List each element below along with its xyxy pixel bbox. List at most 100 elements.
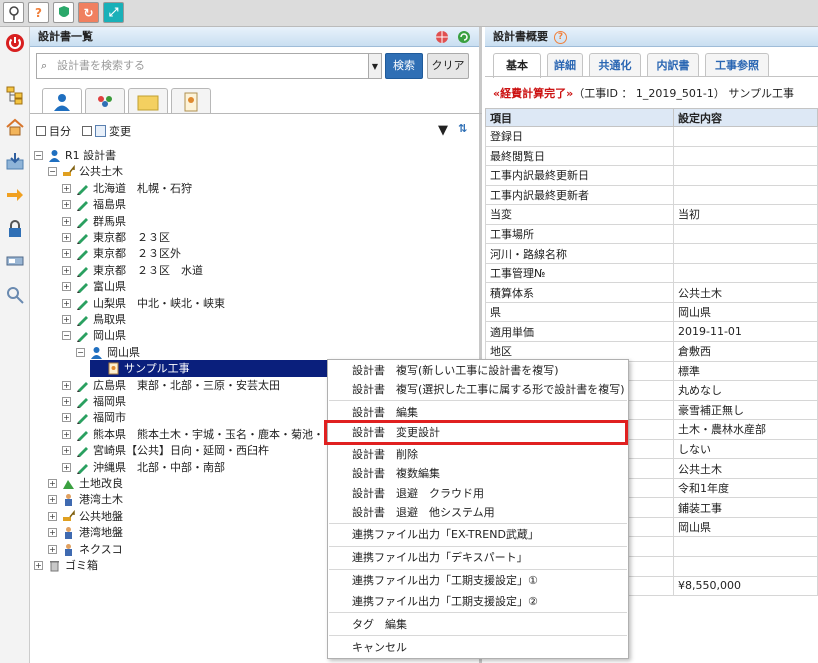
table-row[interactable]: 河川・路線名称 (485, 243, 818, 264)
collapse-icon[interactable]: − (34, 151, 43, 160)
tab-4[interactable]: 工事参照 (705, 53, 769, 77)
tree-node[interactable]: + 港湾土木 (48, 491, 123, 508)
expand-icon[interactable]: + (62, 298, 71, 308)
expand-icon[interactable]: + (48, 544, 57, 554)
context-menu-item[interactable]: 連携ファイル出力「工期支援設定」① (352, 572, 538, 590)
search-dropdown-button[interactable]: ▼ (368, 53, 382, 79)
context-menu-item[interactable]: 設計書 削除 (352, 446, 418, 464)
table-row[interactable]: 最終閲覧日 (485, 145, 818, 167)
table-row[interactable]: 工事内訳最終更新日 (485, 165, 818, 186)
search-zoom-icon[interactable] (3, 283, 27, 307)
tree-node[interactable]: + 北海道 札幌・石狩 (62, 180, 192, 197)
tab-2[interactable]: 共通化 (589, 53, 641, 77)
expand-icon[interactable]: + (62, 446, 71, 456)
tree-node[interactable]: + 山梨県 中北・峡北・峡東 (62, 295, 225, 312)
context-menu-item[interactable]: 連携ファイル出力「EX-TREND武蔵」 (352, 526, 539, 544)
table-row[interactable]: 積算体系 公共土木 (485, 282, 818, 303)
tree-node[interactable]: + ゴミ箱 (34, 557, 98, 574)
location-icon[interactable] (3, 2, 24, 23)
context-menu-item[interactable]: 設計書 退避 他システム用 (352, 504, 495, 522)
refresh-icon[interactable]: ↻ (78, 2, 99, 23)
tree-node[interactable]: + 鳥取県 (62, 311, 126, 328)
help-icon[interactable]: ? (554, 30, 567, 44)
tree-node[interactable]: + 沖縄県 北部・中部・南部 (62, 459, 225, 476)
table-row[interactable]: 当変 当初 (485, 204, 818, 225)
home-icon[interactable] (3, 115, 27, 139)
tree-node[interactable]: + 土地改良 (48, 475, 123, 492)
expand-icon[interactable]: + (48, 495, 57, 505)
tree-node[interactable]: + 東京都 ２３区 (62, 229, 170, 246)
hierarchy-icon[interactable] (3, 83, 27, 107)
clear-button[interactable]: クリア (427, 53, 469, 79)
collapse-icon[interactable]: − (48, 167, 57, 177)
tree-node[interactable]: + 広島県 東部・北部・三原・安芸太田 (62, 377, 280, 394)
table-row[interactable]: 工事管理№ (485, 262, 818, 284)
expand-icon[interactable]: + (48, 528, 57, 538)
tree-node[interactable]: + 福岡市 (62, 409, 126, 426)
expand-icon[interactable]: + (62, 462, 71, 472)
moku-checkbox[interactable] (36, 126, 46, 136)
tree-node[interactable]: + 東京都 ２３区 水道 (62, 262, 203, 279)
help-icon[interactable]: ? (28, 2, 49, 23)
henko-checkbox[interactable] (82, 126, 92, 136)
expand-icon[interactable]: + (62, 413, 71, 423)
context-menu-item[interactable]: 設計書 複数編集 (352, 465, 440, 483)
table-row[interactable]: 県岡山県 (485, 301, 818, 323)
expand-icon[interactable]: + (48, 479, 57, 488)
expand-icon[interactable]: + (62, 380, 71, 390)
tab-document[interactable] (171, 88, 211, 114)
tree-node[interactable]: + 東京都 ２３区外 (62, 245, 181, 262)
filter-henko[interactable]: 変更 (82, 123, 131, 139)
expand-icon[interactable]: + (34, 561, 43, 570)
context-menu-item[interactable]: 設計書 退避 クラウド用 (352, 485, 484, 503)
tree-node[interactable]: − 岡山県 (62, 327, 126, 344)
sort-icon[interactable]: ⇅ (458, 122, 467, 135)
power-icon[interactable] (3, 31, 27, 55)
expand-icon[interactable]: + (62, 265, 71, 275)
table-row[interactable]: 登録日 (485, 126, 818, 147)
expand-icon[interactable]: + (62, 429, 71, 439)
context-menu-item[interactable]: 連携ファイル出力「デキスパート」 (352, 549, 528, 567)
context-menu-item[interactable]: 設計書 複写(新しい工事に設計書を複写) (352, 362, 559, 380)
tree-node[interactable]: + 熊本県 熊本土木・宇城・玉名・鹿本・菊池・ (62, 426, 324, 443)
tree-node[interactable]: + 福島県 (62, 196, 126, 213)
context-menu-item[interactable]: キャンセル (352, 639, 407, 657)
table-row[interactable]: 工事内訳最終更新者 (485, 184, 818, 206)
filter-moku[interactable]: 目分 (36, 123, 71, 139)
expand-icon[interactable]: + (62, 200, 71, 210)
tab-group[interactable] (85, 88, 125, 114)
expand-icon[interactable]: + (62, 233, 71, 242)
target-icon[interactable] (435, 30, 449, 51)
expand-icon[interactable]: + (62, 282, 71, 292)
filter-icon[interactable]: ▼ (438, 123, 448, 138)
expand-icon[interactable]: + (62, 216, 71, 226)
expand-icon[interactable]: ⤢ (103, 2, 124, 23)
tree-node[interactable]: − R1 設計書 (34, 147, 116, 164)
context-menu-item[interactable]: タグ 編集 (352, 616, 407, 634)
tree-node[interactable]: + 宮崎県【公共】日向・延岡・西臼杵 (62, 442, 269, 459)
tree-node[interactable]: + 福岡県 (62, 393, 126, 410)
export-arrow-icon[interactable] (3, 183, 27, 207)
collapse-icon[interactable]: − (62, 331, 71, 341)
expand-icon[interactable]: + (62, 397, 71, 406)
expand-icon[interactable]: + (62, 249, 71, 259)
tab-person[interactable] (42, 88, 82, 114)
download-icon[interactable] (3, 149, 27, 173)
tree-node[interactable]: + 群馬県 (62, 213, 126, 230)
context-menu-item[interactable]: 設計書 複写(選択した工事に属する形で設計書を複写) (352, 381, 625, 399)
expand-icon[interactable]: + (62, 183, 71, 193)
search-input[interactable]: ⌕ 設計書を検索する (36, 53, 374, 79)
shield-icon[interactable] (53, 2, 74, 23)
tree-node[interactable]: + 富山県 (62, 278, 126, 295)
tree-node[interactable]: − 公共土木 (48, 163, 123, 180)
tab-folder[interactable] (128, 88, 168, 114)
collapse-icon[interactable]: − (76, 347, 85, 357)
tab-3[interactable]: 内訳書 (647, 53, 699, 77)
tab-0[interactable]: 基本 (493, 53, 541, 78)
search-button[interactable]: 検索 (385, 53, 423, 79)
tree-node[interactable]: + ネクスコ (48, 541, 123, 558)
tree-node[interactable]: + 公共地盤 (48, 508, 123, 525)
machine-icon[interactable] (3, 249, 27, 273)
refresh-icon[interactable] (457, 30, 471, 51)
tree-node[interactable]: サンプル工事 (90, 360, 358, 378)
